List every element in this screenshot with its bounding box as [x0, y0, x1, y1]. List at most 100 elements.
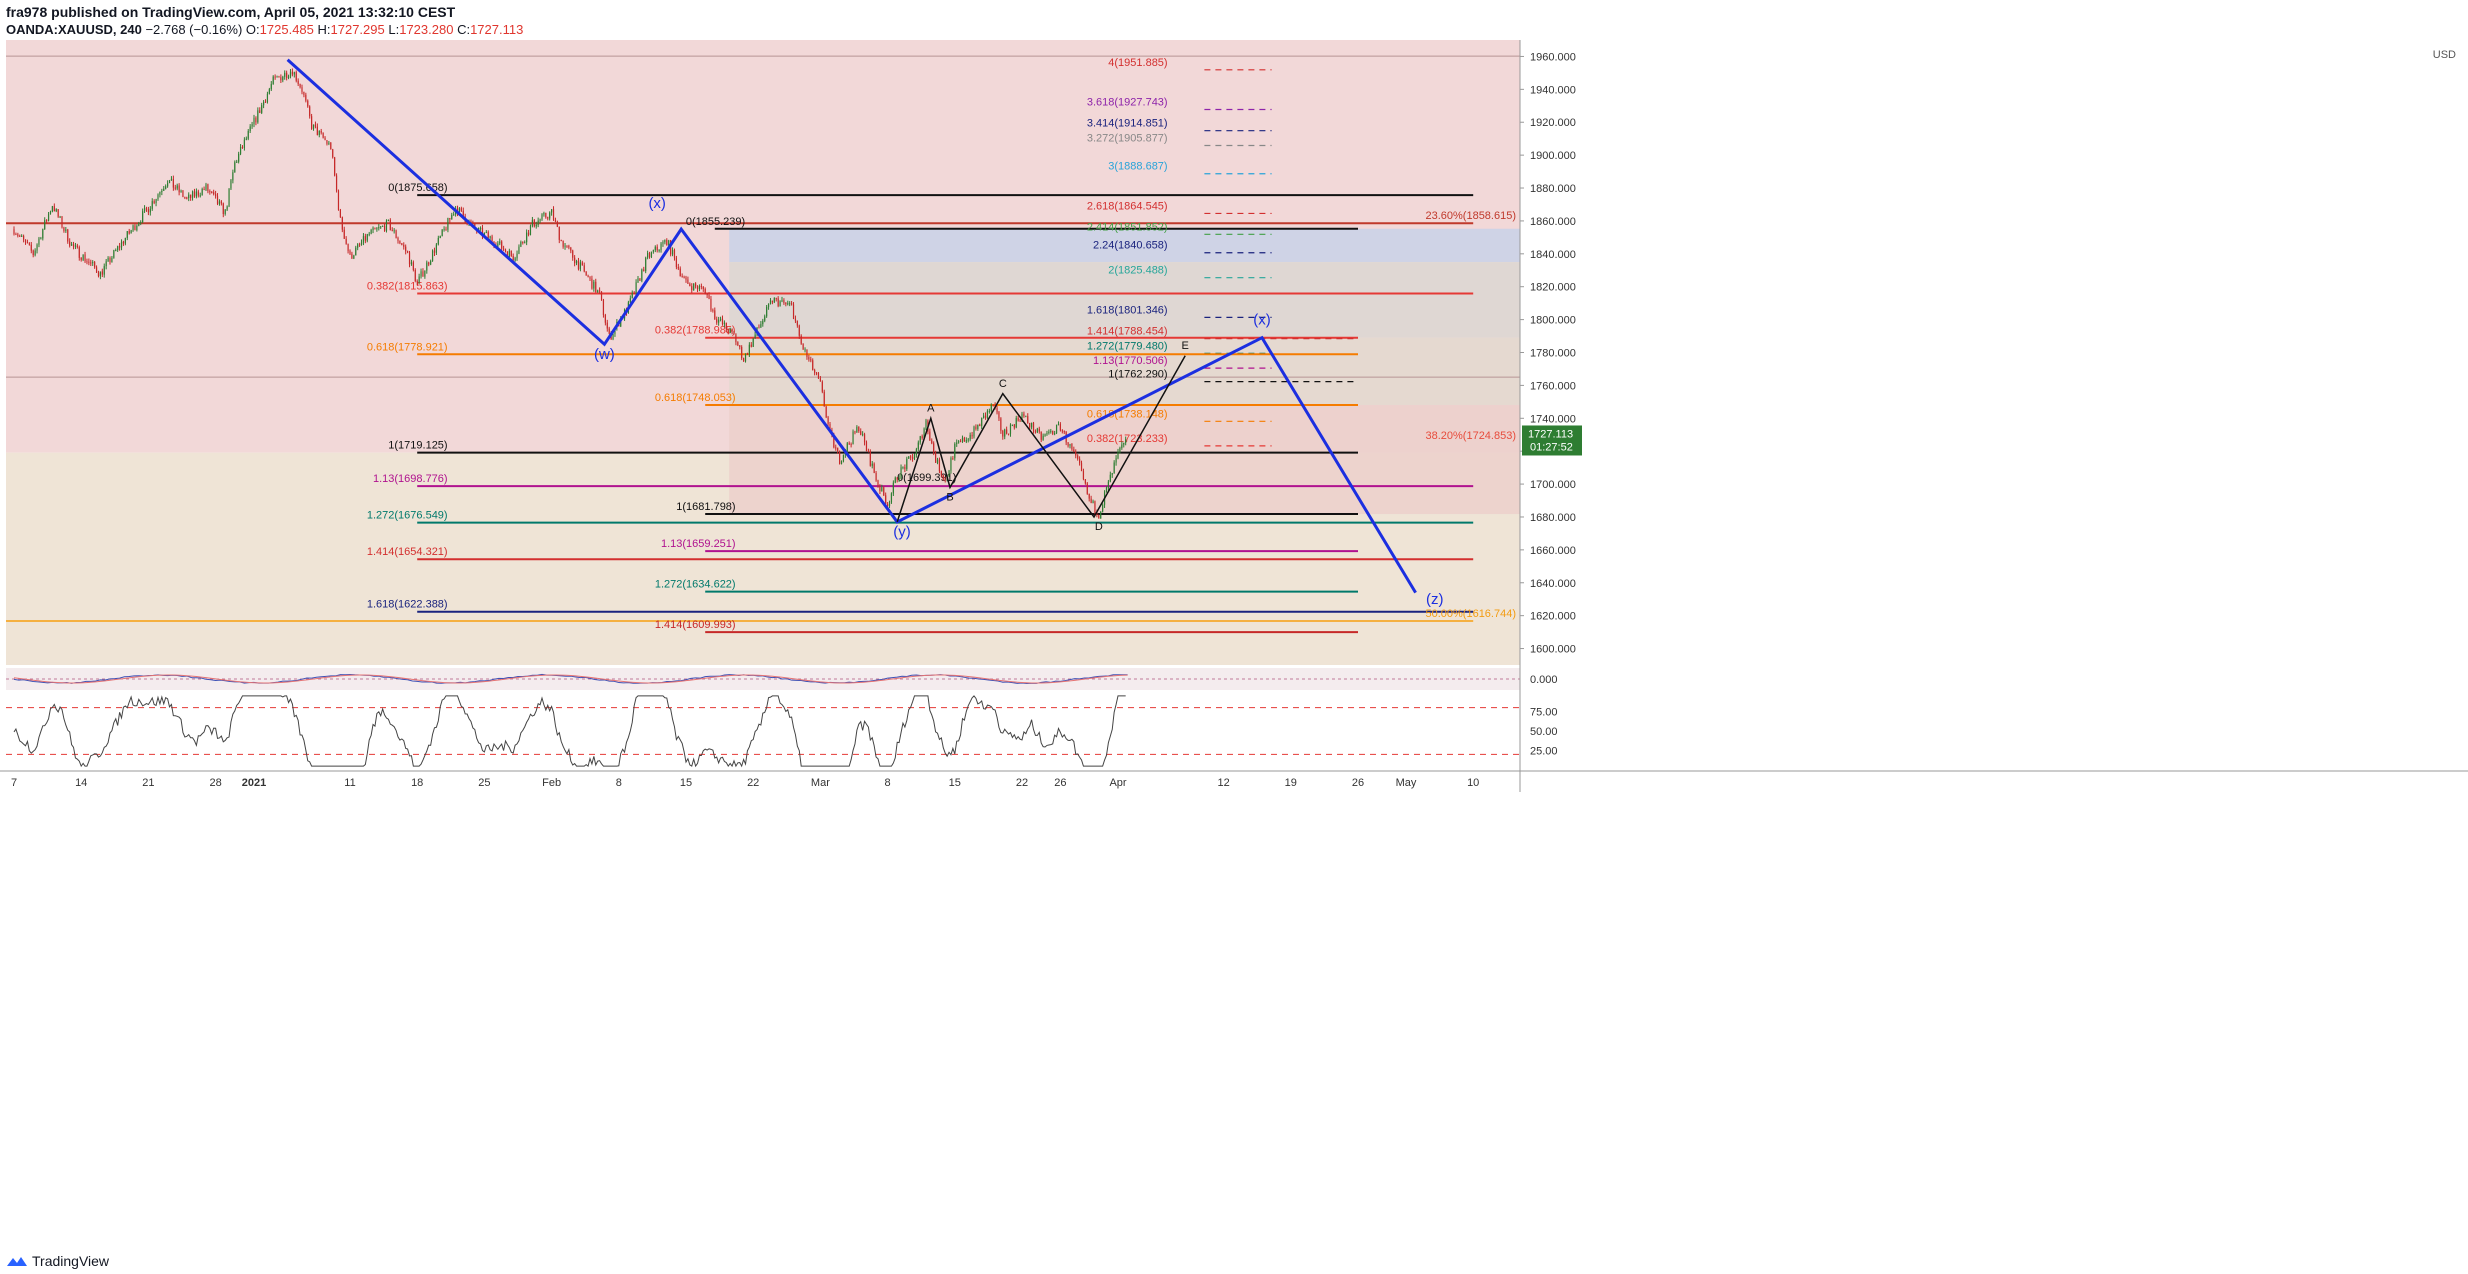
candle-body [539, 219, 541, 221]
candle-body [1098, 514, 1100, 519]
candle-body [917, 442, 919, 450]
candle-body [372, 227, 374, 231]
candle-body [332, 149, 334, 158]
candle-body [318, 131, 320, 135]
price-tick-label: 1600.000 [1530, 644, 1576, 656]
candle-body [132, 225, 134, 231]
candle-body [744, 353, 747, 362]
candle-body [1105, 487, 1108, 493]
candle-body [117, 246, 119, 250]
candle-body [239, 147, 242, 154]
price-change: −2.768 (−0.16%) [145, 22, 243, 37]
candle-body [441, 229, 443, 237]
candle-body [1088, 493, 1090, 499]
candle-body [1073, 449, 1075, 452]
time-tick-label: 8 [616, 777, 622, 789]
candle-body [316, 126, 318, 135]
candle-body [919, 436, 921, 443]
candle-body [282, 76, 284, 81]
time-tick-label: 12 [1217, 777, 1229, 789]
candle-body [1121, 444, 1123, 448]
candle-body [140, 222, 142, 224]
time-tick-label: 18 [411, 777, 423, 789]
price-tick-label: 1960.000 [1530, 51, 1576, 63]
candle-body [510, 250, 512, 257]
price-tick-label: 1900.000 [1530, 150, 1576, 162]
candle-body [579, 262, 581, 270]
candle-body [706, 293, 708, 295]
candle-body [648, 253, 651, 258]
candle-body [380, 226, 382, 228]
candle-body [1063, 431, 1065, 433]
candle-body [879, 485, 881, 491]
candle-body [958, 441, 960, 443]
candle-body [188, 194, 190, 198]
candle-body [395, 230, 397, 238]
candle-body [176, 185, 178, 189]
price-tick-label: 1620.000 [1530, 611, 1576, 623]
chart-header: fra978 published on TradingView.com, Apr… [0, 0, 2468, 40]
candle-body [47, 214, 50, 221]
candle-body [226, 206, 228, 210]
candle-body [783, 300, 785, 303]
tradingview-brand[interactable]: TradingView [32, 1253, 109, 1269]
candle-body [792, 304, 795, 319]
countdown-label: 01:27:52 [1530, 441, 1573, 453]
wave-blue-label: (w) [594, 346, 615, 363]
candle-body [925, 420, 927, 429]
candle-body [138, 222, 140, 226]
candle-body [314, 124, 317, 127]
candle-body [804, 349, 806, 351]
candle-body [28, 243, 30, 245]
symbol-label[interactable]: OANDA:XAUUSD, 240 [6, 22, 142, 37]
candle-body [1082, 471, 1085, 480]
candle-body [307, 100, 309, 107]
candle-body [787, 303, 789, 305]
candle-body [40, 238, 42, 240]
candle-body [80, 257, 82, 260]
fib-level-label: 0.618(1748.053) [655, 392, 736, 404]
candle-body [988, 410, 990, 412]
candle-body [49, 211, 52, 215]
time-tick-label: 19 [1285, 777, 1297, 789]
candle-body [591, 278, 593, 289]
candle-body [268, 89, 270, 94]
time-tick-label: 14 [75, 777, 87, 789]
candle-body [940, 471, 942, 476]
candle-body [414, 269, 416, 282]
candle-body [63, 227, 65, 231]
candle-body [583, 265, 585, 272]
price-tick-label: 1680.000 [1530, 512, 1576, 524]
candle-body [752, 338, 754, 347]
candle-body [890, 493, 893, 503]
candle-body [693, 283, 695, 291]
candle-body [967, 439, 969, 441]
candle-body [729, 328, 731, 333]
candle-body [664, 240, 666, 243]
price-chart[interactable]: 4(1951.885) 3.618(1927.743) 3.414(1914.851… [0, 40, 2468, 1254]
candle-body [447, 218, 449, 230]
candle-body [345, 238, 347, 244]
candle-body [748, 344, 750, 355]
candle-body [877, 480, 879, 486]
candle-body [789, 303, 791, 305]
candle-body [981, 417, 983, 426]
low-label: L: [388, 22, 400, 37]
candle-body [906, 458, 908, 469]
candle-body [339, 209, 341, 218]
candle-body [197, 191, 199, 196]
candle-body [1125, 439, 1127, 443]
candle-body [216, 196, 219, 204]
candle-body [418, 276, 420, 283]
candle-body [554, 219, 557, 222]
candle-body [733, 331, 735, 335]
candle-body [600, 291, 603, 300]
candle-body [412, 262, 414, 270]
candle-body [681, 276, 683, 278]
candle-body [433, 250, 436, 253]
candle-body [128, 231, 130, 234]
candle-body [32, 250, 34, 256]
current-price-label: 1727.113 [1528, 428, 1573, 440]
tradingview-logo-icon[interactable] [6, 1255, 28, 1267]
candle-body [349, 250, 351, 254]
